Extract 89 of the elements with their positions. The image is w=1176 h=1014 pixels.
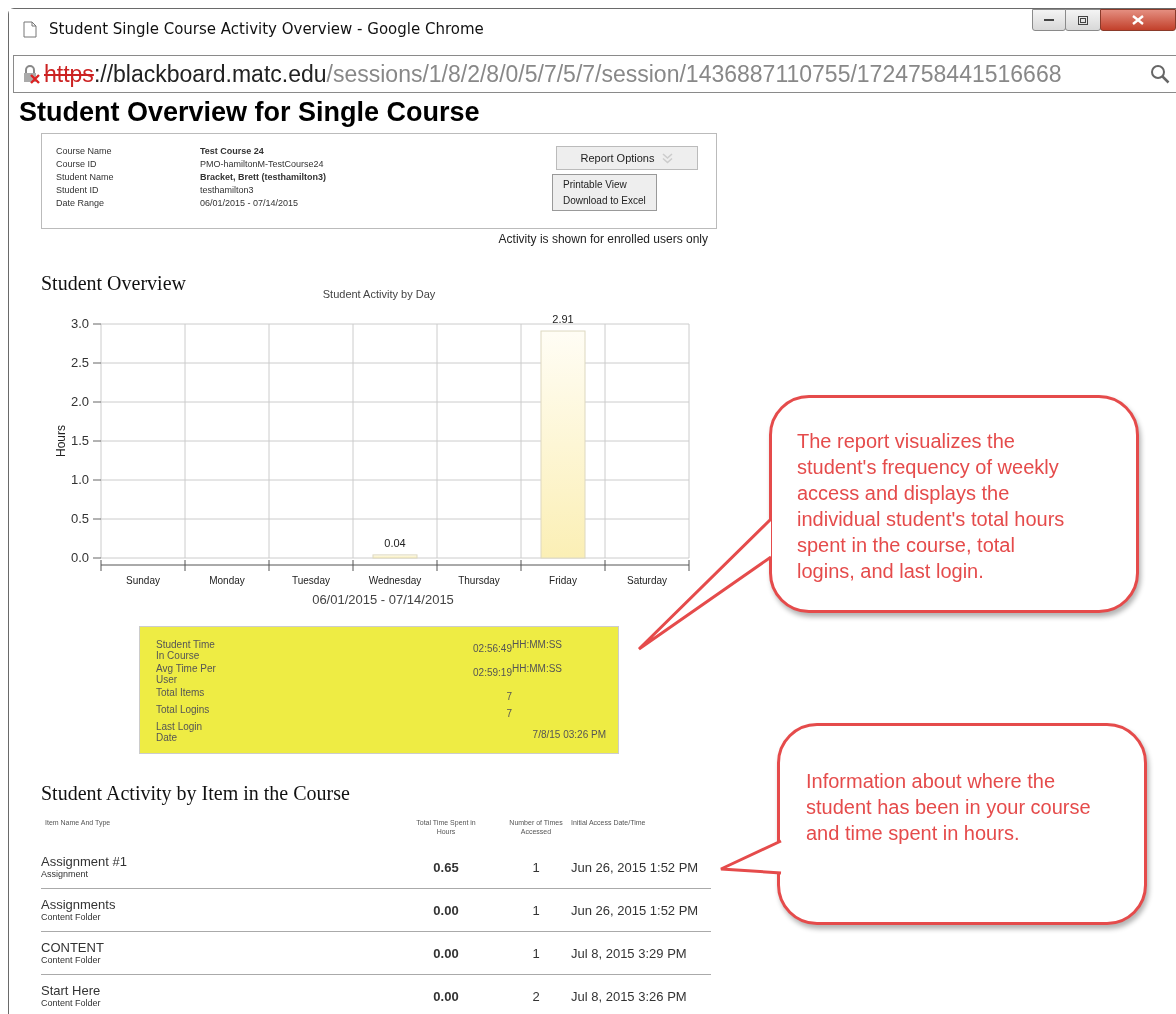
url-text: https://blackboard.matc.edu/sessions/1/8/2/8/0/5/7/5/7/session/1436887110755/1724758441516668	[44, 60, 1063, 88]
summary-value: 7	[505, 707, 512, 719]
info-label: Date Range	[56, 197, 105, 210]
item-type: Content Folder	[41, 912, 101, 922]
item-name: Assignment #1	[41, 855, 127, 869]
item-name: CONTENT	[41, 941, 104, 955]
item-type: Content Folder	[41, 955, 101, 965]
y-tick-label: 1.5	[70, 433, 89, 448]
table-cell-text: 2	[531, 988, 541, 1004]
info-value: Test Course 24	[200, 145, 264, 158]
summary-label: Student Time In Course	[156, 639, 216, 661]
page-icon	[23, 20, 37, 38]
report-options-button[interactable]: Report Options	[556, 146, 698, 170]
item-type: Assignment	[41, 869, 89, 879]
section-heading: Student Overview	[41, 272, 186, 294]
chart-title: Student Activity by Day	[322, 288, 436, 300]
value-label: 2.91	[552, 313, 574, 325]
info-value: testhamilton3	[200, 184, 254, 197]
y-tick	[92, 440, 102, 442]
y-tick-label: 0.5	[70, 511, 89, 526]
page-title: Student Overview for Single Course	[19, 97, 480, 127]
info-value: PMO-hamiltonM-TestCourse24	[200, 158, 324, 171]
summary-label: Avg Time Per User	[156, 663, 217, 685]
unit-label: HH:MM:SS	[512, 663, 563, 674]
summary-value: 7/8/15 03:26 PM	[531, 728, 607, 742]
item-name: Start Here	[41, 984, 101, 998]
minimize-icon	[1044, 18, 1054, 22]
y-tick-label: 0.0	[70, 550, 89, 565]
x-tick-label: Sunday	[126, 575, 160, 586]
restore-icon	[1078, 15, 1088, 25]
info-value: 06/01/2015 - 07/14/2015	[200, 197, 299, 210]
table-cell-text: Jun 26, 2015 1:52 PM	[571, 859, 700, 875]
unit-label: HH:MM:SS	[512, 639, 563, 650]
summary-label: Last Login Date	[156, 721, 204, 743]
x-tick-label: Thursday	[458, 575, 500, 586]
x-tick-label: Monday	[209, 575, 245, 586]
info-label: Course Name	[56, 145, 112, 158]
table-cell-text: 1	[531, 902, 541, 918]
y-tick-label: 3.0	[70, 316, 89, 331]
close-icon	[1132, 15, 1144, 25]
table-cell-text: Jun 26, 2015 1:52 PM	[571, 902, 700, 918]
close-button[interactable]	[1100, 9, 1176, 31]
maximize-button[interactable]	[1065, 9, 1101, 31]
y-tick	[92, 518, 102, 520]
bar	[372, 554, 418, 559]
y-tick	[92, 362, 102, 364]
table-cell-text: 0.00	[432, 945, 460, 961]
notice-text: Activity is shown for enrolled users only	[498, 232, 708, 246]
menu-item[interactable]: Download to Excel	[563, 194, 646, 207]
table-cell-text: Jul 8, 2015 3:29 PM	[571, 945, 688, 961]
x-tick-label: Wednesday	[368, 575, 422, 586]
x-tick-label: Tuesday	[292, 575, 330, 586]
table-cell-text: 0.00	[432, 988, 460, 1004]
x-tick-label: Friday	[549, 575, 577, 586]
info-label: Student Name	[56, 171, 114, 184]
minimize-button[interactable]	[1032, 9, 1066, 31]
x-axis-label: 06/01/2015 - 07/14/2015	[312, 592, 454, 606]
item-type: Content Folder	[41, 998, 101, 1008]
callout-text: Information about where the student has been in your course and time spent in hours.	[805, 769, 1092, 846]
info-label: Course ID	[56, 158, 97, 171]
x-tick-label: Saturday	[627, 575, 667, 586]
y-tick-label: 2.5	[70, 355, 89, 370]
summary-value: 02:59:19	[472, 667, 512, 680]
section-heading: Student Activity by Item in the Course	[41, 782, 350, 804]
y-axis-label: Hours	[54, 425, 68, 457]
double-chevron-icon	[662, 152, 674, 164]
info-label: Student ID	[56, 184, 99, 197]
summary-value: 02:56:49	[472, 643, 512, 656]
value-label: 0.04	[384, 536, 406, 549]
summary-label: Total Items	[156, 687, 206, 700]
table-cell-text: 0.00	[432, 902, 460, 918]
search-icon	[1150, 64, 1170, 84]
table-cell-text: 1	[531, 945, 541, 961]
y-tick-label: 1.0	[70, 472, 89, 487]
summary-value: 7	[505, 690, 512, 702]
table-cell-text: Jul 8, 2015 3:26 PM	[571, 988, 688, 1004]
info-value: Bracket, Brett (testhamilton3)	[200, 171, 327, 184]
y-tick-label: 2.0	[70, 394, 89, 409]
summary-label: Total Logins	[156, 704, 211, 717]
y-tick	[92, 323, 102, 325]
table-cell-text: 0.65	[432, 859, 460, 875]
y-tick	[92, 479, 102, 481]
menu-item[interactable]: Printable View	[563, 178, 646, 191]
y-tick	[92, 401, 102, 403]
window-title: Student Single Course Activity Overview - Google Chrome	[49, 20, 484, 38]
y-tick	[92, 557, 102, 559]
callout-text: The report visualizes the student's frequency of weekly access and displays the individual student's total hours spent in the course, total logins, and last login.	[796, 429, 1066, 584]
item-name: Assignments	[41, 898, 116, 912]
table-cell-text: 1	[531, 859, 541, 875]
